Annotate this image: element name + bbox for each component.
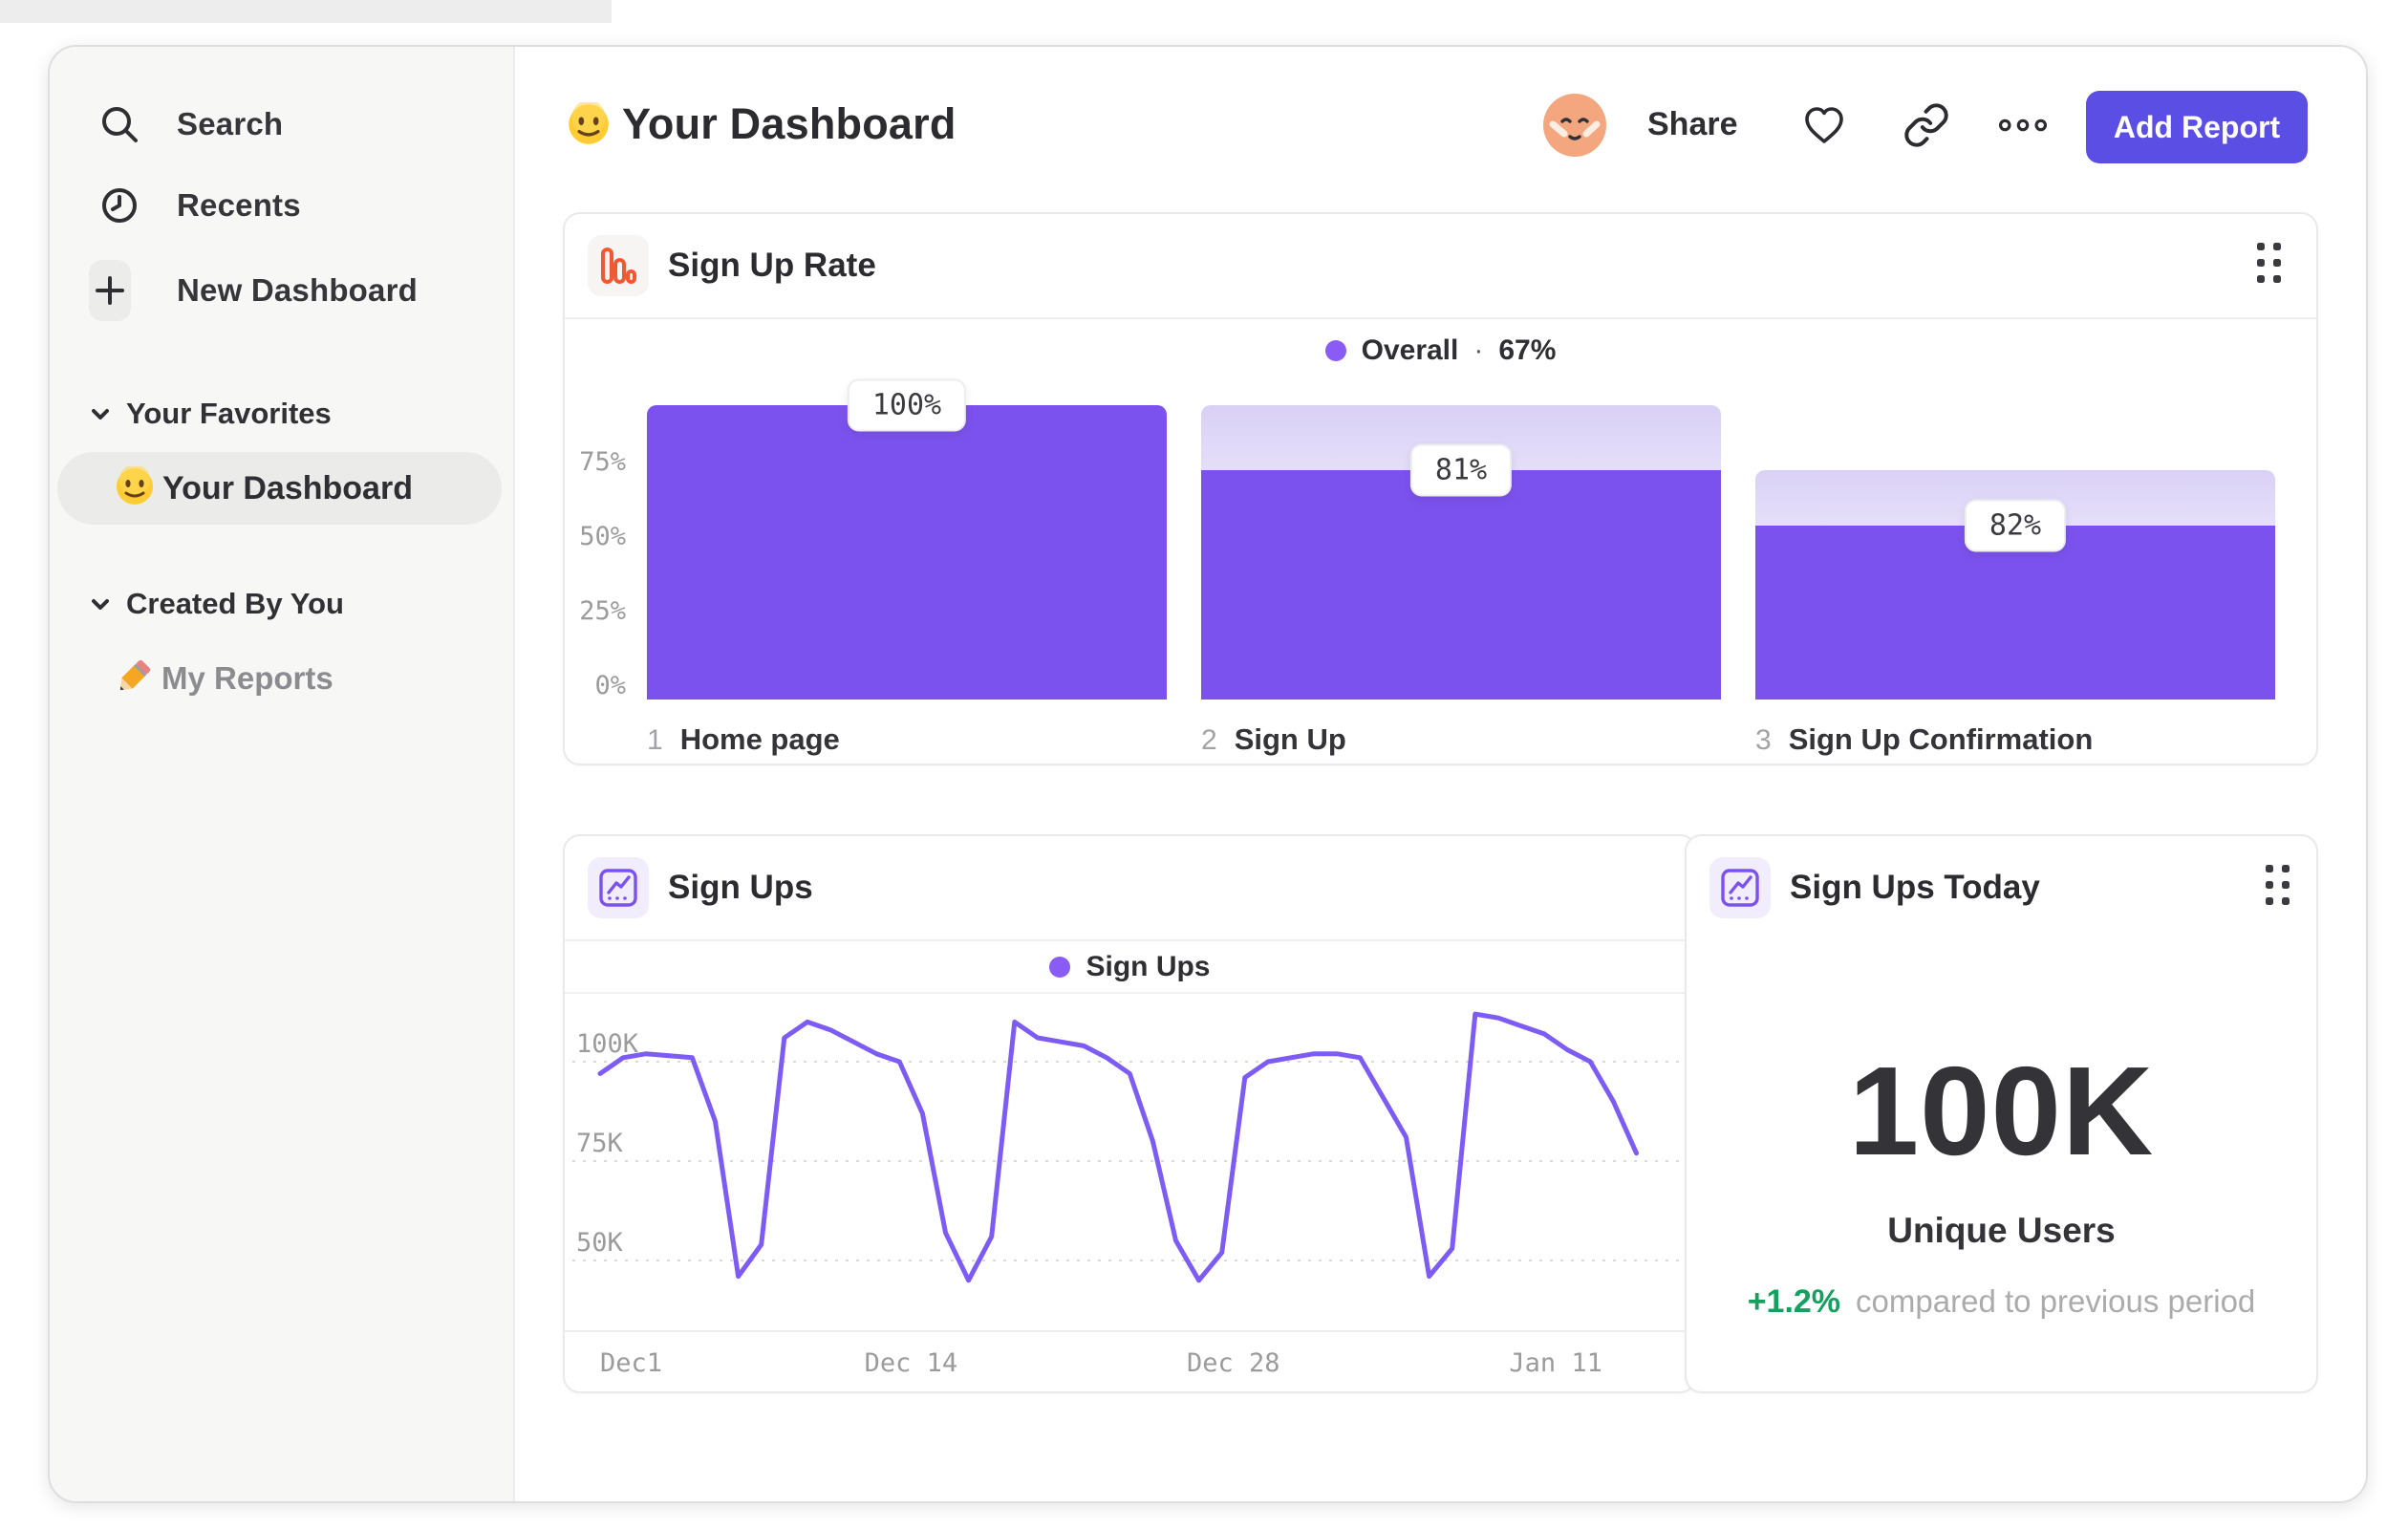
sidebar: Search Recents New Dashboard Your Favori…: [50, 47, 515, 1501]
funnel-bar: 100%: [647, 378, 1167, 700]
funnel-step-label: 3 Sign Up Confirmation: [1755, 722, 2275, 757]
sign-ups-card: Sign Ups Sign Ups 100K 75K 50K Dec1 Dec 14 D…: [563, 834, 1697, 1393]
funnel-step-number: 3: [1755, 724, 1772, 756]
slightly-smiling-face-emoji: [567, 99, 611, 151]
card-title: Sign Ups Today: [1790, 869, 2040, 906]
copy-link-button[interactable]: [1898, 97, 1955, 154]
funnel-step-name: Home page: [679, 722, 840, 756]
line-chart-icon: [1709, 857, 1771, 918]
line-y-tick-label: 75K: [576, 1129, 624, 1158]
line-x-tick-label: Dec1: [600, 1348, 663, 1378]
line-series-sign-ups: [597, 1011, 1639, 1283]
funnel-y-tick-label: 75%: [579, 447, 626, 477]
funnel-bar: 82%: [1755, 405, 2275, 700]
legend-label: Sign Ups: [1086, 951, 1211, 982]
funnel-chart: 100% 81% 82%: [647, 378, 2275, 700]
funnel-step-name: Sign Up Confirmation: [1788, 722, 2094, 756]
funnel-y-tick-label: 25%: [579, 596, 626, 626]
sidebar-item-search[interactable]: Search: [50, 90, 513, 159]
metric-label: Unique Users: [1887, 1211, 2116, 1250]
line-y-tick-label: 50K: [576, 1228, 624, 1258]
funnel-step-label: 2 Sign Up: [1201, 722, 1721, 757]
funnel-tooltip: 82%: [1964, 499, 2067, 552]
bar-chart-icon: [588, 235, 649, 296]
add-report-button[interactable]: Add Report: [2086, 91, 2308, 163]
share-button[interactable]: Share: [1647, 106, 1738, 143]
sidebar-item-label: Search: [177, 106, 284, 141]
sidebar-section-created-by-you[interactable]: Created By You: [88, 587, 344, 621]
clock-icon: [98, 184, 140, 226]
section-title: Created By You: [126, 587, 344, 620]
sign-up-rate-card: Sign Up Rate Overall · 67% 75% 50% 25% 0% 1…: [563, 212, 2318, 765]
sign-ups-today-card: Sign Ups Today 100K Unique Users +1.2% c…: [1685, 834, 2318, 1393]
chevron-down-icon: [88, 401, 113, 426]
line-x-tick-label: Jan 11: [1509, 1348, 1602, 1378]
funnel-step-label: 1 Home page: [647, 722, 1167, 757]
sidebar-item-new-dashboard[interactable]: New Dashboard: [50, 256, 513, 325]
line-x-tick-label: Dec 28: [1186, 1348, 1280, 1378]
funnel-tooltip: 81%: [1409, 443, 1513, 497]
sidebar-item-label: Recents: [177, 187, 301, 223]
funnel-y-tick-label: 50%: [579, 522, 626, 551]
legend-dot-icon: [1324, 340, 1346, 361]
legend-value: 67%: [1498, 334, 1557, 366]
line-legend: Sign Ups: [565, 943, 1695, 991]
funnel-step-name: Sign Up: [1234, 722, 1346, 756]
card-title: Sign Ups: [668, 869, 813, 906]
funnel-y-tick-label: 0%: [594, 671, 626, 700]
line-chart-icon: [588, 857, 649, 918]
drag-handle-icon[interactable]: [2266, 865, 2290, 905]
legend-separator: ·: [1473, 334, 1484, 366]
funnel-legend: Overall · 67%: [565, 327, 2316, 375]
funnel-x-axis: 1 Home page 2 Sign Up 3 Sign Up Confirmation: [647, 722, 2275, 757]
legend-label: Overall: [1361, 334, 1459, 366]
funnel-bar-fill: [1201, 469, 1721, 700]
chevron-down-icon: [88, 592, 113, 616]
sidebar-item-your-dashboard[interactable]: Your Dashboard: [57, 452, 502, 525]
more-options-button[interactable]: [1994, 97, 2052, 154]
card-title: Sign Up Rate: [668, 247, 876, 284]
divider: [565, 939, 1695, 941]
slightly-smiling-face-emoji: [115, 463, 155, 511]
sidebar-item-my-reports[interactable]: My Reports: [50, 645, 513, 712]
section-title: Your Favorites: [126, 397, 332, 430]
favorite-heart-button[interactable]: [1795, 97, 1853, 154]
sidebar-item-recents[interactable]: Recents: [50, 171, 513, 240]
app-window: Search Recents New Dashboard Your Favori…: [48, 45, 2368, 1503]
funnel-bar: 81%: [1201, 405, 1721, 700]
sidebar-item-label: Your Dashboard: [162, 469, 413, 506]
background-window-strip: [0, 0, 612, 23]
delta-description: compared to previous period: [1856, 1283, 2256, 1319]
search-icon: [98, 103, 140, 145]
divider: [565, 317, 2316, 319]
drag-handle-icon[interactable]: [2257, 243, 2281, 283]
delta-badge: +1.2%: [1747, 1283, 1841, 1320]
sidebar-section-your-favorites[interactable]: Your Favorites: [88, 397, 332, 431]
sidebar-item-label: New Dashboard: [177, 272, 418, 308]
main-content: Your Dashboard Share Add Report Sign Up …: [515, 47, 2366, 1501]
funnel-step-number: 1: [647, 724, 663, 756]
funnel-step-number: 2: [1201, 724, 1217, 756]
metric-delta-row: +1.2% compared to previous period: [1687, 1283, 2316, 1321]
metric-value: 100K: [1848, 1041, 2155, 1181]
user-avatar[interactable]: [1543, 94, 1606, 157]
line-x-tick-label: Dec 14: [864, 1348, 958, 1378]
funnel-tooltip: 100%: [847, 378, 967, 432]
page-title: Your Dashboard: [622, 99, 957, 148]
sidebar-item-label: My Reports: [161, 660, 333, 696]
divider: [565, 992, 1695, 994]
plus-icon: [89, 260, 131, 321]
legend-dot-icon: [1049, 957, 1071, 978]
funnel-bar-fill: [647, 405, 1167, 700]
pencil-emoji: [113, 656, 155, 702]
line-chart: 100K75K50K: [565, 1011, 1695, 1332]
